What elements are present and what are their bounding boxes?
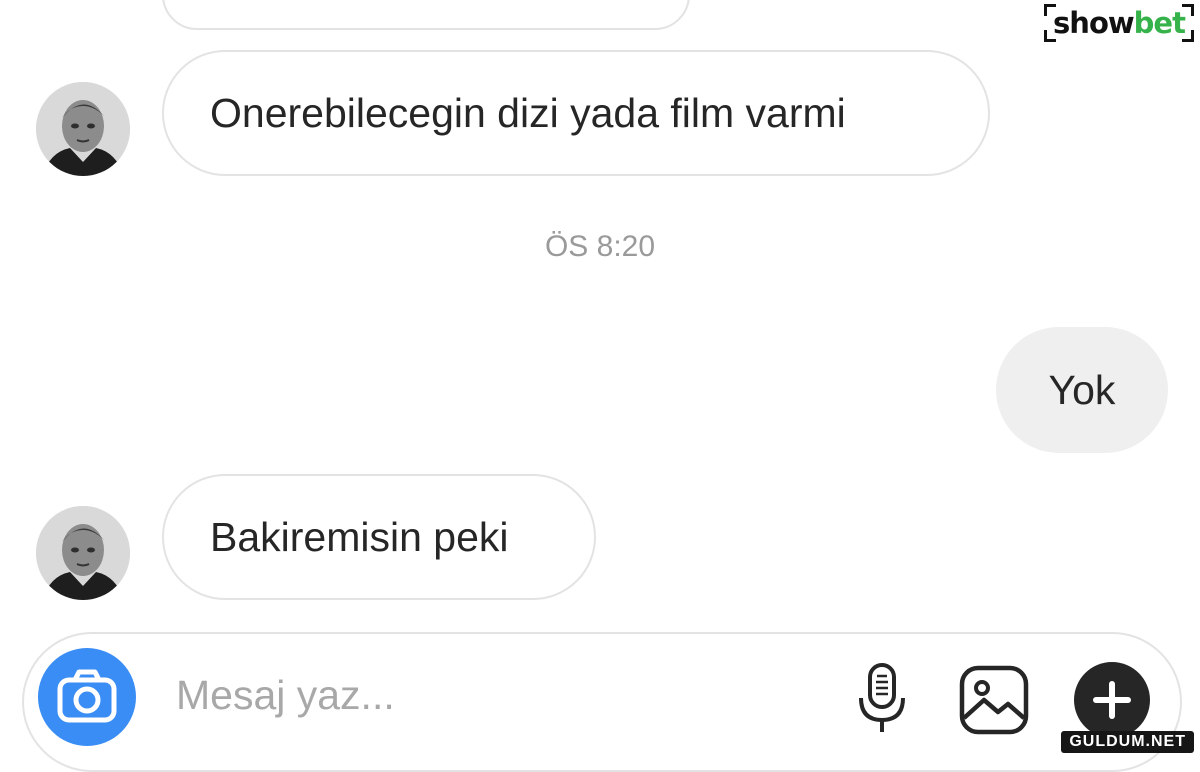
outgoing-message: Yok: [996, 327, 1168, 453]
incoming-message: Bakiremisin peki: [162, 474, 596, 600]
avatar-portrait-image: [36, 82, 130, 176]
message-text: Bakiremisin peki: [210, 513, 509, 560]
gallery-button[interactable]: [958, 664, 1030, 736]
showbet-logo: show bet: [1044, 4, 1194, 42]
contact-avatar[interactable]: [36, 82, 130, 176]
avatar-portrait-image: [36, 506, 130, 600]
site-watermark: GULDUM.NET: [1061, 731, 1194, 753]
incoming-message: Onerebilecegin dizi yada film varmi: [162, 50, 990, 176]
contact-avatar[interactable]: [36, 506, 130, 600]
message-timestamp: ÖS 8:20: [544, 230, 656, 263]
message-bubble-cutoff: [162, 0, 690, 30]
microphone-icon: [859, 663, 905, 732]
gallery-icon: [959, 665, 1029, 735]
camera-icon: [57, 669, 117, 723]
message-text: Yok: [1048, 366, 1116, 413]
logo-text-dark: show: [1053, 6, 1135, 40]
camera-button[interactable]: [38, 648, 136, 746]
plus-icon: [1093, 681, 1131, 719]
more-options-button[interactable]: [1074, 662, 1150, 738]
message-composer: Mesaj yaz...: [22, 632, 1182, 772]
message-text: Onerebilecegin dizi yada film varmi: [210, 89, 846, 136]
voice-message-button[interactable]: [856, 662, 908, 736]
logo-text-green: bet: [1133, 6, 1186, 40]
message-input[interactable]: Mesaj yaz...: [176, 672, 395, 719]
